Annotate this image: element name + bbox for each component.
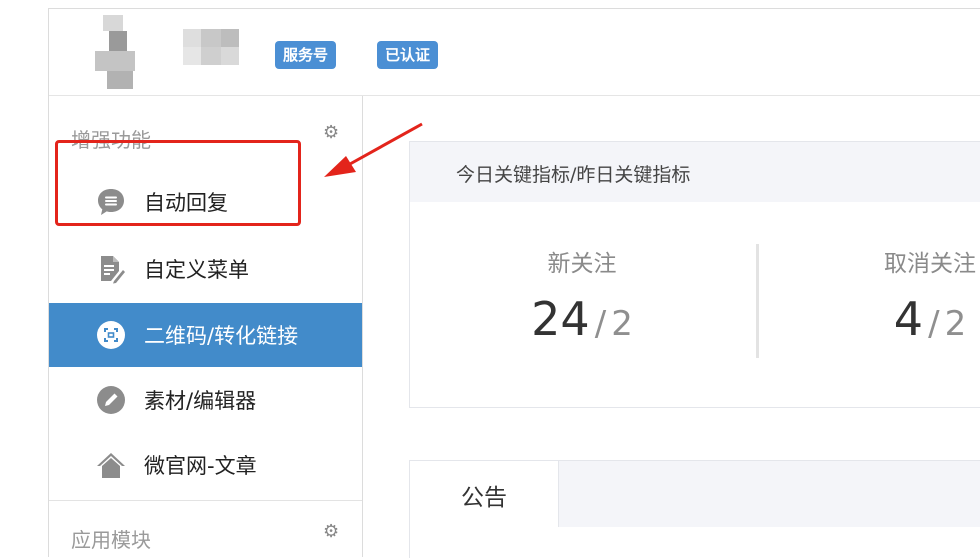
annotation-arrow [324,122,423,177]
